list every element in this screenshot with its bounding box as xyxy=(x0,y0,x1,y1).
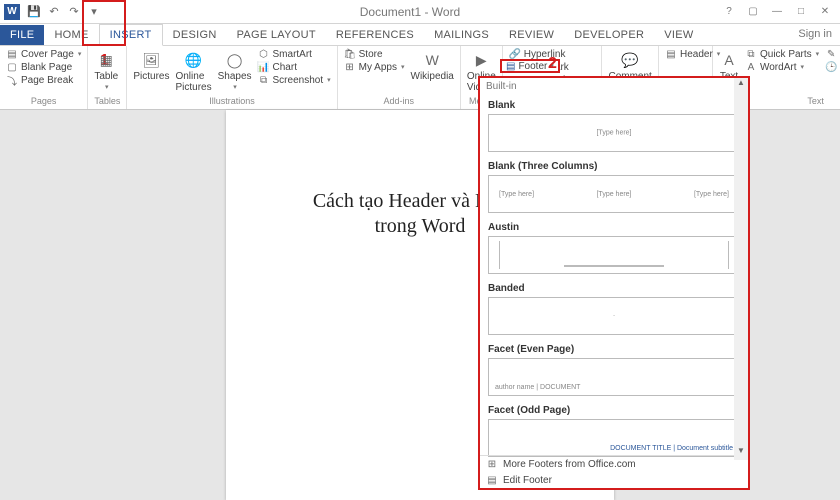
gallery-scrollbar[interactable]: ▲ ▼ xyxy=(734,78,748,460)
edit-footer-icon: ▤ xyxy=(486,474,498,486)
tab-developer[interactable]: DEVELOPER xyxy=(564,25,654,45)
close-icon[interactable]: ✕ xyxy=(814,4,836,20)
tab-file[interactable]: FILE xyxy=(0,25,44,45)
quick-access-toolbar: 💾 ↶ ↷ ▾ xyxy=(26,4,102,20)
table-icon: ▦ xyxy=(96,50,116,70)
header-icon: ▤ xyxy=(665,48,677,60)
wordart-button[interactable]: AWordArt xyxy=(745,61,819,73)
signature-icon: ✎ xyxy=(825,48,837,60)
screenshot-button[interactable]: ⧉Screenshot xyxy=(258,74,331,86)
footer-gallery-dropdown: Built-in Blank [Type here] Blank (Three … xyxy=(478,76,750,490)
tab-mailings[interactable]: MAILINGS xyxy=(424,25,499,45)
page-break-button[interactable]: ⤵Page Break xyxy=(6,74,81,86)
group-label-addins: Add-ins xyxy=(344,96,454,107)
smartart-button[interactable]: ⬡SmartArt xyxy=(258,48,331,60)
title-bar: W 💾 ↶ ↷ ▾ Document1 - Word ? ▢ — □ ✕ xyxy=(0,0,840,24)
my-apps-button[interactable]: ⊞My Apps xyxy=(344,61,405,73)
gallery-item-banded-title: Banded xyxy=(480,278,748,297)
ribbon-tabs: FILE HOME INSERT DESIGN PAGE LAYOUT REFE… xyxy=(0,24,840,46)
tab-insert[interactable]: INSERT xyxy=(99,24,163,46)
more-footers-link[interactable]: ⊞More Footers from Office.com xyxy=(480,456,734,472)
undo-icon[interactable]: ↶ xyxy=(46,4,62,20)
window-title: Document1 - Word xyxy=(102,5,718,19)
quick-parts-button[interactable]: ⧉Quick Parts xyxy=(745,48,819,60)
wikipedia-button[interactable]: WWikipedia xyxy=(411,48,454,82)
blank-page-icon: ▢ xyxy=(6,61,18,73)
table-button[interactable]: ▦Table xyxy=(94,48,118,91)
tab-design[interactable]: DESIGN xyxy=(163,25,227,45)
signature-line-button[interactable]: ✎Signature Line xyxy=(825,48,840,60)
gallery-item-three-title: Blank (Three Columns) xyxy=(480,156,748,175)
group-pages: ▤Cover Page ▢Blank Page ⤵Page Break Page… xyxy=(0,46,88,109)
pictures-icon: 🖼 xyxy=(141,50,161,70)
tab-page-layout[interactable]: PAGE LAYOUT xyxy=(227,25,326,45)
page-break-icon: ⤵ xyxy=(6,74,18,86)
footer-icon: ▤ xyxy=(506,61,515,72)
callout-two: 2 xyxy=(548,55,557,73)
office-icon: ⊞ xyxy=(486,458,498,470)
shapes-icon: ◯ xyxy=(225,50,245,70)
store-button[interactable]: 🛍Store xyxy=(344,48,405,60)
gallery-item-facet-odd[interactable]: DOCUMENT TITLE | Document subtitle xyxy=(488,419,740,457)
blank-page-button[interactable]: ▢Blank Page xyxy=(6,61,81,73)
smartart-icon: ⬡ xyxy=(258,48,270,60)
shapes-button[interactable]: ◯Shapes xyxy=(218,48,252,91)
gallery-section-header: Built-in xyxy=(480,78,748,95)
text-box-icon: A xyxy=(719,50,739,70)
tab-view[interactable]: VIEW xyxy=(654,25,703,45)
gallery-item-banded[interactable]: · xyxy=(488,297,740,335)
date-time-icon: 🕒 xyxy=(825,61,837,73)
group-label-pages: Pages xyxy=(6,96,81,107)
date-time-button[interactable]: 🕒Date & Time xyxy=(825,61,840,73)
video-icon: ▶ xyxy=(471,50,491,70)
scroll-down-icon[interactable]: ▼ xyxy=(734,446,748,460)
gallery-item-austin-title: Austin xyxy=(480,217,748,236)
pictures-button[interactable]: 🖼Pictures xyxy=(133,48,169,82)
tab-home[interactable]: HOME xyxy=(44,25,98,45)
sign-in-link[interactable]: Sign in xyxy=(798,28,832,40)
maximize-icon[interactable]: □ xyxy=(790,4,812,20)
group-tables: ▦Table Tables xyxy=(88,46,127,109)
qat-more-icon[interactable]: ▾ xyxy=(86,4,102,20)
wikipedia-icon: W xyxy=(422,50,442,70)
group-label-tables: Tables xyxy=(94,96,120,107)
cover-page-button[interactable]: ▤Cover Page xyxy=(6,48,81,60)
chart-button[interactable]: 📊Chart xyxy=(258,61,331,73)
gallery-item-facet-odd-title: Facet (Odd Page) xyxy=(480,400,748,419)
cover-page-icon: ▤ xyxy=(6,48,18,60)
word-app-icon: W xyxy=(4,4,20,20)
online-pictures-icon: 🌐 xyxy=(184,50,204,70)
my-apps-icon: ⊞ xyxy=(344,61,356,73)
help-icon[interactable]: ? xyxy=(718,4,740,20)
online-pictures-button[interactable]: 🌐Online Pictures xyxy=(175,48,211,93)
redo-icon[interactable]: ↷ xyxy=(66,4,82,20)
group-illustrations: 🖼Pictures 🌐Online Pictures ◯Shapes ⬡Smar… xyxy=(127,46,337,109)
gallery-item-facet-even-title: Facet (Even Page) xyxy=(480,339,748,358)
group-label-illustrations: Illustrations xyxy=(133,96,330,107)
scroll-up-icon[interactable]: ▲ xyxy=(734,78,748,92)
screenshot-icon: ⧉ xyxy=(258,74,270,86)
gallery-item-three-columns[interactable]: [Type here] [Type here] [Type here] xyxy=(488,175,740,213)
gallery-item-blank-title: Blank xyxy=(480,95,748,114)
wordart-icon: A xyxy=(745,61,757,73)
gallery-footer: ⊞More Footers from Office.com ▤Edit Foot… xyxy=(480,455,734,488)
gallery-item-austin[interactable] xyxy=(488,236,740,274)
save-icon[interactable]: 💾 xyxy=(26,4,42,20)
store-icon: 🛍 xyxy=(344,48,356,60)
gallery-item-blank[interactable]: [Type here] xyxy=(488,114,740,152)
quick-parts-icon: ⧉ xyxy=(745,48,757,60)
tab-review[interactable]: REVIEW xyxy=(499,25,564,45)
group-addins: 🛍Store ⊞My Apps WWikipedia Add-ins xyxy=(338,46,461,109)
ribbon-options-icon[interactable]: ▢ xyxy=(742,4,764,20)
chart-icon: 📊 xyxy=(258,61,270,73)
minimize-icon[interactable]: — xyxy=(766,4,788,20)
comment-icon: 💬 xyxy=(620,50,640,70)
window-controls: ? ▢ — □ ✕ xyxy=(718,4,836,20)
tab-references[interactable]: REFERENCES xyxy=(326,25,424,45)
edit-footer-link[interactable]: ▤Edit Footer xyxy=(480,472,734,488)
gallery-item-facet-even[interactable]: author name | DOCUMENT xyxy=(488,358,740,396)
